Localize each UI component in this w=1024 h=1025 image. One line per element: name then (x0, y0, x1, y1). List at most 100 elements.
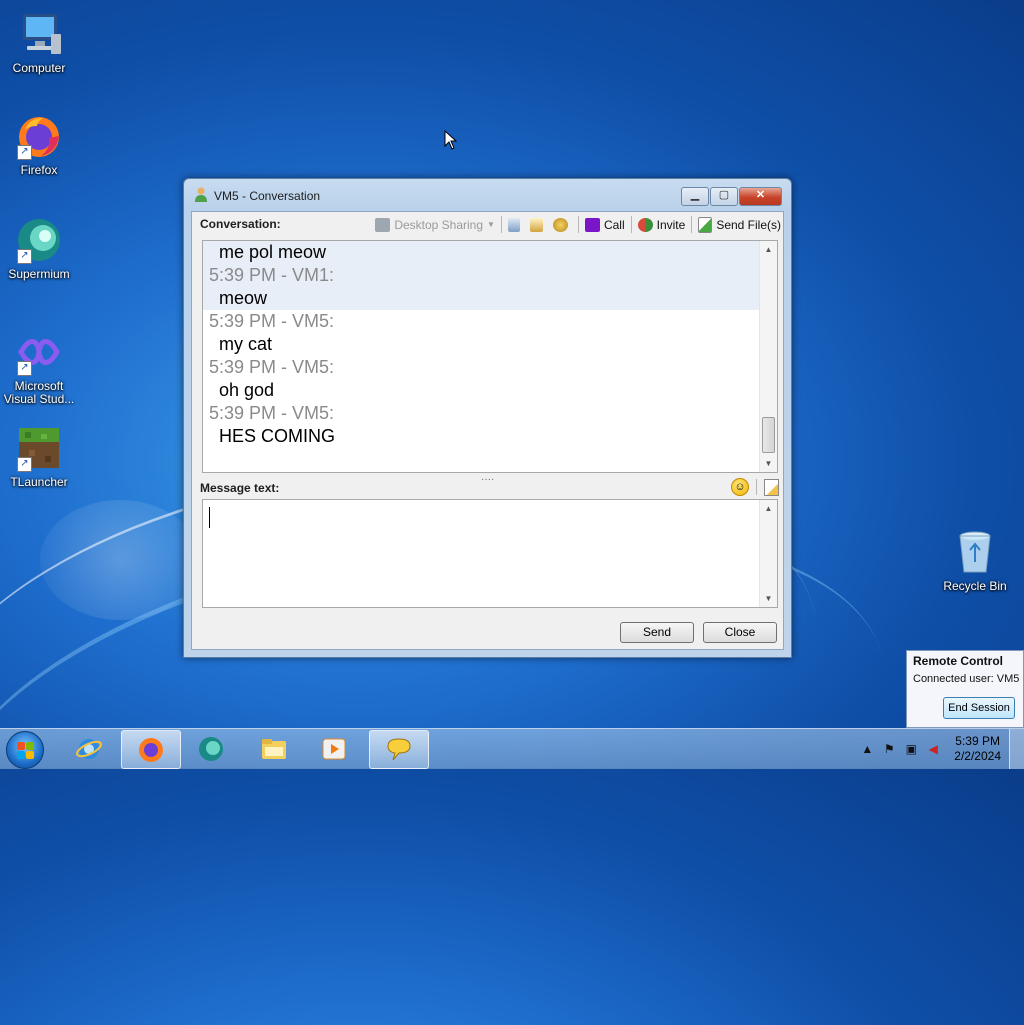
taskbar-messenger[interactable] (369, 730, 429, 769)
message-input[interactable]: ▲ ▼ (202, 499, 778, 608)
folder-icon (262, 739, 286, 759)
desktop-icon-visual-studio[interactable]: ↗ Microsoft Visual Stud... (1, 328, 77, 406)
video-camera-icon (584, 217, 600, 232)
windows-logo-icon (17, 742, 25, 750)
history-icon (507, 217, 520, 232)
taskbar-firefox[interactable] (121, 730, 181, 769)
window-title: VM5 - Conversation (214, 189, 321, 203)
close-button[interactable]: Close (703, 622, 777, 643)
splitter-grip[interactable]: ···· (481, 474, 494, 485)
maximize-button[interactable]: ▢ (710, 187, 738, 206)
desktop-icon-firefox[interactable]: ↗ Firefox (1, 112, 77, 177)
history-button[interactable] (507, 217, 524, 232)
desktop-icon-label: Microsoft Visual Stud... (3, 379, 75, 406)
connected-user-text: Connected user: VM5 (913, 673, 1020, 685)
user-icon (195, 187, 207, 202)
close-window-button[interactable]: ✕ (739, 187, 782, 206)
remote-control-title: Remote Control (913, 654, 1003, 668)
message-item: 5:39 PM - VM5: HES COMING (203, 402, 760, 448)
remote-control-panel: Remote Control Connected user: VM5 End S… (906, 650, 1024, 728)
taskbar-clock[interactable]: 5:39 PM 2/2/2024 (954, 734, 1001, 764)
clock-time: 5:39 PM (955, 734, 1000, 748)
internet-explorer-icon (76, 739, 102, 759)
contact-info-button[interactable] (529, 217, 547, 232)
system-tray: ▲ ⚑ ▣ ◀ 5:39 PM 2/2/2024 (856, 729, 1024, 769)
window-client: Conversation: Desktop Sharing ▼ Call Inv… (191, 211, 784, 650)
conversation-scrollbar[interactable]: ▲ ▼ (759, 241, 777, 472)
desktop-icon-computer[interactable]: Computer (1, 10, 77, 75)
emoticon-button[interactable]: ☺ (731, 478, 749, 496)
desktop-icon-supermium[interactable]: ↗ Supermium (1, 216, 77, 281)
message-text: meow (219, 288, 268, 308)
scroll-up-icon[interactable]: ▲ (760, 500, 777, 517)
message-text: my cat (219, 334, 273, 354)
volume-muted-icon[interactable]: ◀ (926, 742, 940, 756)
smiley-icon: ☺ (734, 481, 746, 493)
scroll-down-icon[interactable]: ▼ (760, 455, 777, 472)
invite-button[interactable]: Invite (637, 217, 686, 232)
invite-users-icon (637, 217, 653, 232)
message-list: me pol meow 5:39 PM - VM1: meow 5:39 PM … (203, 241, 760, 472)
desktop-icon-label: Computer (12, 61, 66, 75)
windows-logo-icon (17, 751, 25, 759)
shortcut-arrow-icon: ↗ (17, 457, 32, 472)
format-text-icon[interactable] (764, 478, 779, 496)
scrollbar-thumb[interactable] (762, 417, 775, 453)
contact-info-icon (529, 217, 543, 232)
desktop-icon-recycle-bin[interactable]: Recycle Bin (937, 528, 1013, 593)
gear-icon (552, 217, 568, 232)
send-files-button[interactable]: Send File(s) (698, 216, 781, 233)
message-meta: 5:39 PM - VM5: (209, 311, 335, 331)
message-text: oh god (219, 380, 275, 400)
network-icon[interactable]: ▣ (904, 742, 918, 756)
message-meta: 5:39 PM - VM1: (209, 265, 335, 285)
firefox-icon (139, 738, 163, 762)
desktop-icon-tlauncher[interactable]: ↗ TLauncher (1, 424, 77, 489)
settings-button[interactable] (552, 217, 572, 232)
invite-label: Invite (656, 217, 686, 232)
toolbar-separator (691, 216, 693, 233)
call-label: Call (603, 217, 625, 232)
firefox-icon: ↗ (15, 112, 63, 160)
desktop-icon-label: TLauncher (10, 475, 68, 489)
windows-logo-icon (26, 742, 34, 750)
show-desktop-button[interactable] (1009, 729, 1024, 769)
scroll-down-icon[interactable]: ▼ (760, 590, 777, 607)
conversation-toolbar: Conversation: Desktop Sharing ▼ Call Inv… (192, 212, 783, 238)
chat-bubble-icon (387, 738, 411, 761)
tlauncher-icon: ↗ (15, 424, 63, 472)
message-item: 5:39 PM - VM5: my cat (203, 310, 760, 356)
toolbar-separator (500, 216, 502, 233)
desktop-sharing-button[interactable]: Desktop Sharing ▼ (375, 217, 495, 232)
show-hidden-icons-icon[interactable]: ▲ (860, 742, 874, 756)
supermium-icon (199, 737, 223, 761)
visual-studio-icon: ↗ (15, 328, 63, 376)
send-files-label: Send File(s) (716, 217, 781, 232)
message-meta: 5:39 PM - VM5: (209, 403, 335, 423)
supermium-icon: ↗ (15, 216, 63, 264)
computer-icon (15, 10, 63, 58)
call-button[interactable]: Call (584, 217, 625, 232)
scroll-up-icon[interactable]: ▲ (760, 241, 777, 258)
minimize-button[interactable]: ▁ (681, 187, 709, 206)
send-button[interactable]: Send (620, 622, 694, 643)
taskbar-internet-explorer[interactable] (60, 730, 118, 767)
taskbar-supermium[interactable] (182, 730, 240, 767)
window-titlebar[interactable]: VM5 - Conversation ▁ ▢ ✕ (184, 179, 791, 211)
taskbar-media-player[interactable] (305, 730, 363, 767)
recycle-bin-icon (951, 528, 999, 576)
message-item: 5:39 PM - VM5: oh god (203, 356, 760, 402)
send-file-icon (698, 216, 713, 233)
toolbar-separator (756, 479, 757, 495)
taskbar-file-explorer[interactable] (245, 730, 303, 767)
desktop-sharing-label: Desktop Sharing (394, 217, 484, 232)
action-center-flag-icon[interactable]: ⚑ (882, 742, 896, 756)
desktop-sharing-icon (375, 217, 391, 232)
message-meta: 5:39 PM - VM5: (209, 357, 335, 377)
toolbar-separator (630, 216, 632, 233)
message-scrollbar[interactable]: ▲ ▼ (759, 500, 777, 607)
start-button[interactable] (6, 731, 44, 769)
end-session-button[interactable]: End Session (943, 697, 1015, 719)
message-text: HES COMING (219, 426, 336, 446)
conversation-history[interactable]: me pol meow 5:39 PM - VM1: meow 5:39 PM … (202, 240, 778, 473)
